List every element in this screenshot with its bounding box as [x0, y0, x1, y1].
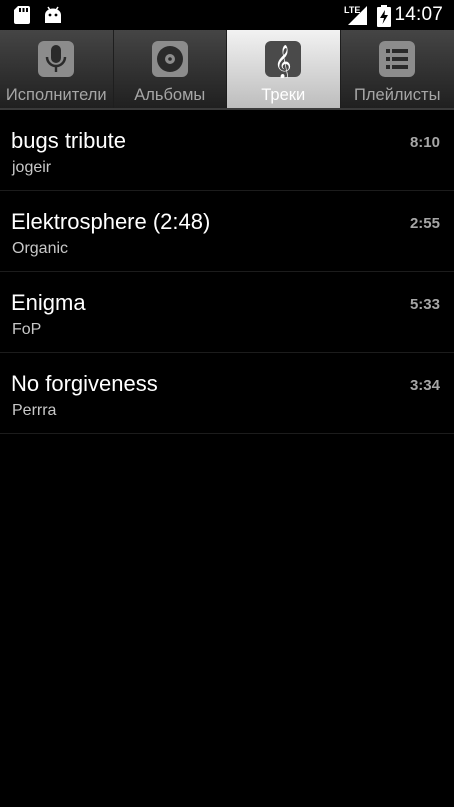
sd-card-icon — [14, 6, 30, 24]
track-title: No forgiveness — [11, 371, 158, 396]
track-artist: Perrra — [12, 402, 57, 419]
svg-text:𝄞: 𝄞 — [275, 44, 292, 78]
track-artist: Organic — [12, 240, 69, 257]
android-debug-icon — [45, 6, 61, 23]
track-list: bugs tribute jogeir 8:10 Elektrosphere (… — [0, 110, 454, 434]
battery-charging-icon — [377, 5, 391, 27]
tab-label: Альбомы — [134, 86, 206, 104]
track-duration: 8:10 — [409, 134, 440, 151]
track-row[interactable]: bugs tribute jogeir 8:10 — [0, 110, 454, 191]
track-row[interactable]: Enigma FoP 5:33 — [0, 272, 454, 353]
track-duration: 5:33 — [409, 296, 440, 313]
track-row[interactable]: Elektrosphere (2:48) Organic 2:55 — [0, 191, 454, 272]
track-artist: FoP — [12, 321, 42, 338]
tab-label: Исполнители — [5, 86, 107, 104]
track-artist: jogeir — [12, 159, 52, 176]
microphone-icon — [38, 41, 75, 77]
network-type-label: LTE — [344, 5, 360, 15]
signal-icon: LTE — [344, 5, 367, 25]
tab-label: Треки — [261, 86, 306, 104]
status-bar: LTE 14:07 — [0, 0, 454, 30]
treble-clef-icon: 𝄞 — [265, 41, 302, 78]
track-duration: 3:34 — [409, 377, 440, 394]
playlist-icon — [379, 41, 416, 77]
tab-artists[interactable]: Исполнители — [0, 30, 114, 108]
tab-bar: Исполнители Альбомы 𝄞 Треки Плейлисты — [0, 30, 454, 110]
track-title: Enigma — [11, 290, 86, 315]
track-duration: 2:55 — [409, 215, 440, 232]
track-title: bugs tribute — [11, 128, 126, 153]
tab-label: Плейлисты — [354, 86, 441, 104]
track-title: Elektrosphere (2:48) — [11, 209, 211, 234]
tab-tracks[interactable]: 𝄞 Треки — [227, 30, 341, 108]
tab-playlists[interactable]: Плейлисты — [340, 30, 454, 108]
album-disc-icon — [151, 41, 188, 77]
track-row[interactable]: No forgiveness Perrra 3:34 — [0, 353, 454, 434]
clock: 14:07 — [394, 4, 443, 25]
tab-albums[interactable]: Альбомы — [113, 30, 227, 108]
